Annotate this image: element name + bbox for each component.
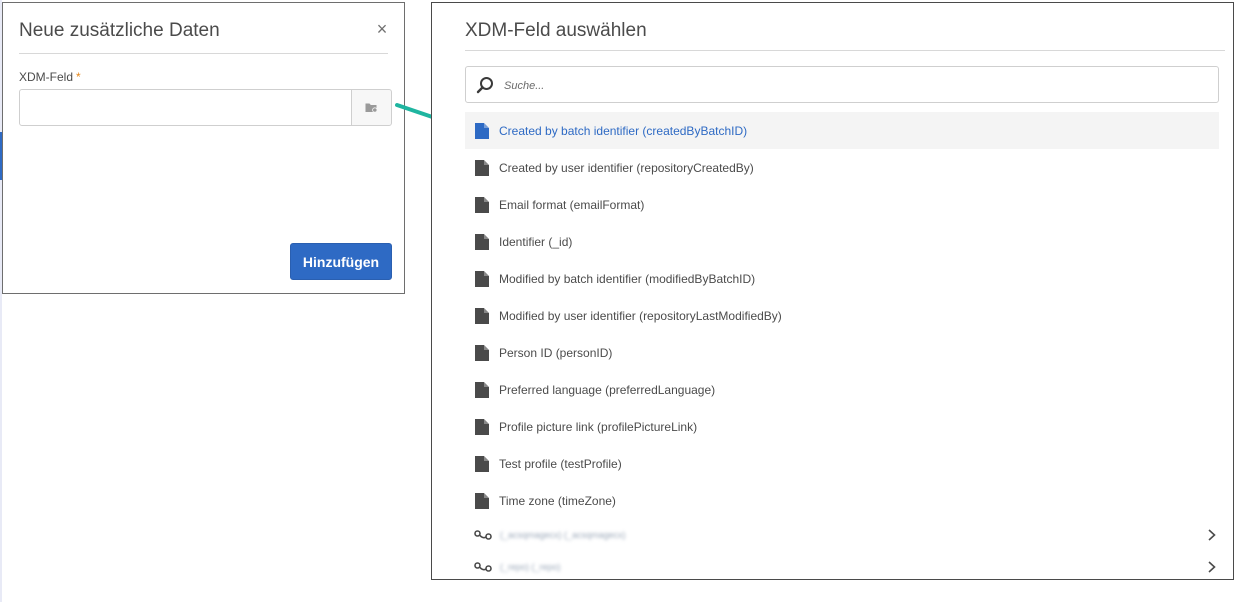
xdm-field-input[interactable] [19, 89, 352, 126]
field-list-item-label: Created by user identifier (repositoryCr… [499, 160, 754, 175]
document-icon [475, 455, 489, 472]
close-icon: × [376, 19, 388, 39]
document-icon [475, 122, 489, 139]
xdm-field-panel: XDM-Feld auswählen Created by batch iden… [431, 2, 1234, 580]
object-link-icon [474, 562, 492, 572]
search-box [465, 66, 1219, 103]
field-list-item-label: Profile picture link (profilePictureLink… [499, 419, 698, 434]
search-input[interactable] [502, 73, 1206, 99]
field-list-item-label: Preferred language (preferredLanguage) [499, 382, 716, 397]
object-list-item[interactable]: (_acsqmagecx) (_acsqmagecx) [465, 519, 1219, 551]
field-list-item-label: Person ID (personID) [499, 345, 613, 360]
panel-divider [465, 50, 1225, 51]
document-icon [475, 233, 489, 250]
dialog-divider [19, 53, 388, 54]
field-list-item[interactable]: Identifier (_id) [465, 223, 1219, 260]
object-list-item[interactable]: (_repo) (_repo) [465, 551, 1219, 583]
field-list-item[interactable]: Modified by user identifier (repositoryL… [465, 297, 1219, 334]
dialog-title: Neue zusätzliche Daten [19, 20, 220, 41]
document-icon [475, 381, 489, 398]
field-list-item-label: Time zone (timeZone) [499, 493, 616, 508]
document-icon [475, 344, 489, 361]
object-list-item-label: (_acsqmagecx) (_acsqmagecx) [500, 530, 626, 540]
field-list-item[interactable]: Created by user identifier (repositoryCr… [465, 149, 1219, 186]
close-button[interactable]: × [374, 20, 390, 38]
search-icon [476, 77, 493, 94]
field-list-item-label: Identifier (_id) [499, 234, 573, 249]
field-list-item-label: Modified by user identifier (repositoryL… [499, 308, 782, 323]
required-indicator: * [76, 70, 81, 84]
document-icon [475, 307, 489, 324]
field-list-item-label: Created by batch identifier (createdByBa… [499, 123, 748, 138]
object-list-item-label: (_repo) (_repo) [500, 562, 561, 572]
document-icon [475, 418, 489, 435]
field-list-item-label: Modified by batch identifier (modifiedBy… [499, 271, 756, 286]
chevron-right-icon[interactable] [1205, 527, 1219, 543]
field-list-item-label: Email format (emailFormat) [499, 197, 645, 212]
chevron-right-icon[interactable] [1205, 559, 1219, 575]
folder-picker-icon [365, 103, 378, 113]
field-list-item-label: Test profile (testProfile) [499, 456, 622, 471]
field-picker-button[interactable] [351, 89, 392, 126]
field-list-item[interactable]: Person ID (personID) [465, 334, 1219, 371]
new-data-dialog: Neue zusätzliche Daten × XDM-Feld * Hinzu… [2, 2, 405, 294]
document-icon [475, 270, 489, 287]
field-list-item[interactable]: Created by batch identifier (createdByBa… [465, 112, 1219, 149]
panel-title: XDM-Feld auswählen [465, 20, 647, 41]
add-button[interactable]: Hinzufügen [290, 243, 392, 280]
field-list-item[interactable]: Profile picture link (profilePictureLink… [465, 408, 1219, 445]
document-icon [475, 159, 489, 176]
document-icon [475, 492, 489, 509]
field-list-item[interactable]: Preferred language (preferredLanguage) [465, 371, 1219, 408]
field-list-item[interactable]: Email format (emailFormat) [465, 186, 1219, 223]
document-icon [475, 196, 489, 213]
object-link-icon [474, 530, 492, 540]
field-list-item[interactable]: Modified by batch identifier (modifiedBy… [465, 260, 1219, 297]
xdm-field-label: XDM-Feld * [19, 70, 81, 84]
xdm-field-label-text: XDM-Feld [19, 70, 74, 84]
field-list: Created by batch identifier (createdByBa… [465, 112, 1219, 583]
field-list-item[interactable]: Test profile (testProfile) [465, 445, 1219, 482]
field-list-item[interactable]: Time zone (timeZone) [465, 482, 1219, 519]
